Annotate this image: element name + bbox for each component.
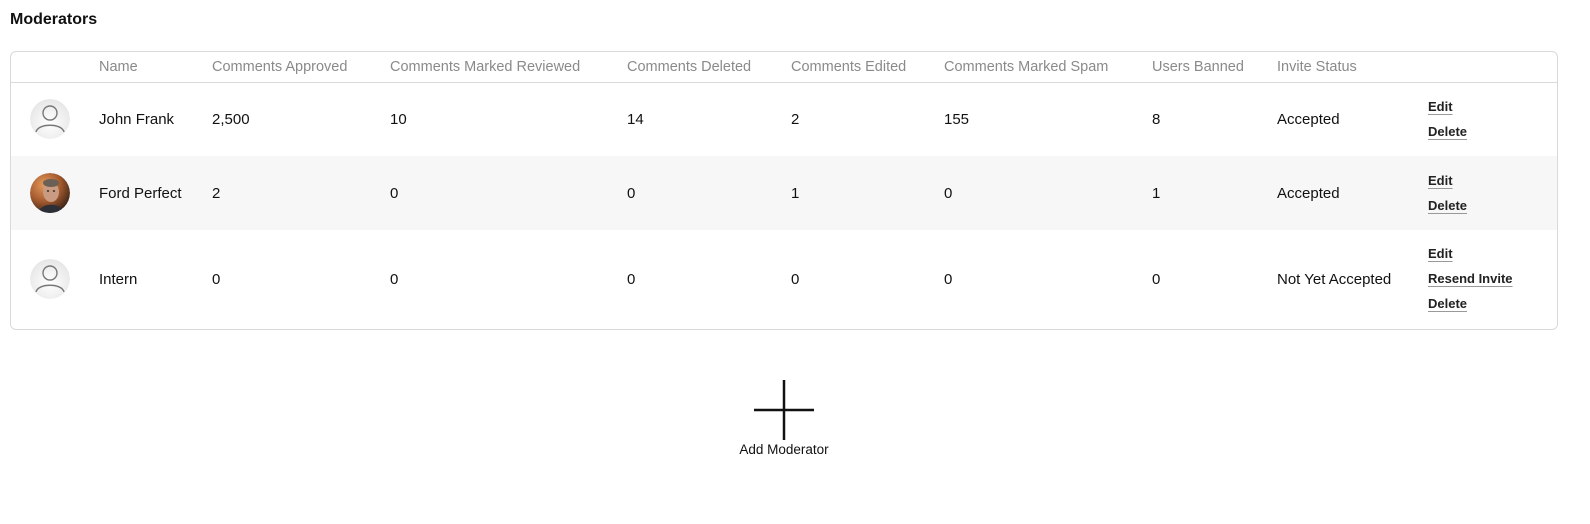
page-title: Moderators	[10, 11, 98, 28]
header-comments-deleted: Comments Deleted	[627, 58, 752, 75]
header-invite-status: Invite Status	[1277, 58, 1357, 75]
cell-comments-approved: 2	[212, 184, 221, 202]
header-comments-approved: Comments Approved	[212, 58, 348, 75]
header-avatar	[11, 52, 99, 82]
cell-comments-marked-reviewed: 10	[390, 110, 407, 128]
row-actions: Edit Delete	[1428, 98, 1557, 141]
moderators-table: Name Comments Approved Comments Marked R…	[11, 52, 1557, 328]
cell-comments-edited: 2	[791, 110, 800, 128]
moderators-table-container: Name Comments Approved Comments Marked R…	[10, 51, 1558, 330]
table-row: Intern 0 0 0 0 0 0 Not Yet Accepted Edit…	[11, 230, 1557, 328]
delete-link[interactable]: Delete	[1428, 197, 1467, 215]
cell-comments-edited: 0	[791, 270, 800, 288]
cell-comments-edited: 1	[791, 184, 800, 202]
edit-link[interactable]: Edit	[1428, 98, 1453, 116]
cell-comments-deleted: 14	[627, 110, 644, 128]
default-user-icon	[30, 99, 70, 140]
add-moderator-button[interactable]: Add Moderator	[734, 378, 834, 462]
cell-comments-deleted: 0	[627, 270, 636, 288]
cell-name: Intern	[99, 270, 138, 288]
delete-link[interactable]: Delete	[1428, 123, 1467, 141]
cell-comments-deleted: 0	[627, 184, 636, 202]
cell-invite-status: Accepted	[1277, 184, 1340, 202]
table-row: John Frank 2,500 10 14 2 155 8 Accepted …	[11, 82, 1557, 156]
edit-link[interactable]: Edit	[1428, 245, 1453, 263]
table-row: Ford Perfect 2 0 0 1 0 1 Accepted Edit D…	[11, 156, 1557, 230]
default-user-icon	[30, 259, 70, 299]
header-actions	[1428, 52, 1557, 82]
cell-comments-approved: 2,500	[212, 110, 250, 128]
plus-icon	[754, 380, 814, 440]
header-name: Name	[99, 58, 138, 75]
add-moderator-label: Add Moderator	[739, 442, 829, 457]
header-comments-edited: Comments Edited	[791, 58, 907, 75]
cell-name: Ford Perfect	[99, 184, 182, 202]
cell-users-banned: 1	[1152, 184, 1161, 202]
header-comments-marked-reviewed: Comments Marked Reviewed	[390, 58, 581, 75]
resend-invite-link[interactable]: Resend Invite	[1428, 270, 1513, 288]
row-actions: Edit Delete	[1428, 172, 1557, 215]
header-comments-marked-spam: Comments Marked Spam	[944, 58, 1109, 75]
cell-name: John Frank	[99, 110, 175, 128]
cell-comments-approved: 0	[212, 270, 221, 288]
moderators-page: Moderators Name Comments Approved Commen…	[0, 0, 1590, 524]
edit-link[interactable]: Edit	[1428, 172, 1453, 190]
row-actions: Edit Resend Invite Delete	[1428, 245, 1557, 313]
cell-comments-marked-reviewed: 0	[390, 184, 399, 202]
cell-invite-status: Accepted	[1277, 110, 1340, 128]
cell-comments-marked-spam: 155	[944, 110, 970, 128]
cell-users-banned: 0	[1152, 270, 1161, 288]
delete-link[interactable]: Delete	[1428, 295, 1467, 313]
header-users-banned: Users Banned	[1152, 58, 1244, 75]
cell-users-banned: 8	[1152, 110, 1161, 128]
cell-comments-marked-reviewed: 0	[390, 270, 399, 288]
table-header-row: Name Comments Approved Comments Marked R…	[11, 52, 1557, 82]
cell-comments-marked-spam: 0	[944, 184, 953, 202]
cell-invite-status: Not Yet Accepted	[1277, 270, 1392, 288]
user-photo-avatar	[30, 173, 70, 213]
cell-comments-marked-spam: 0	[944, 270, 953, 288]
